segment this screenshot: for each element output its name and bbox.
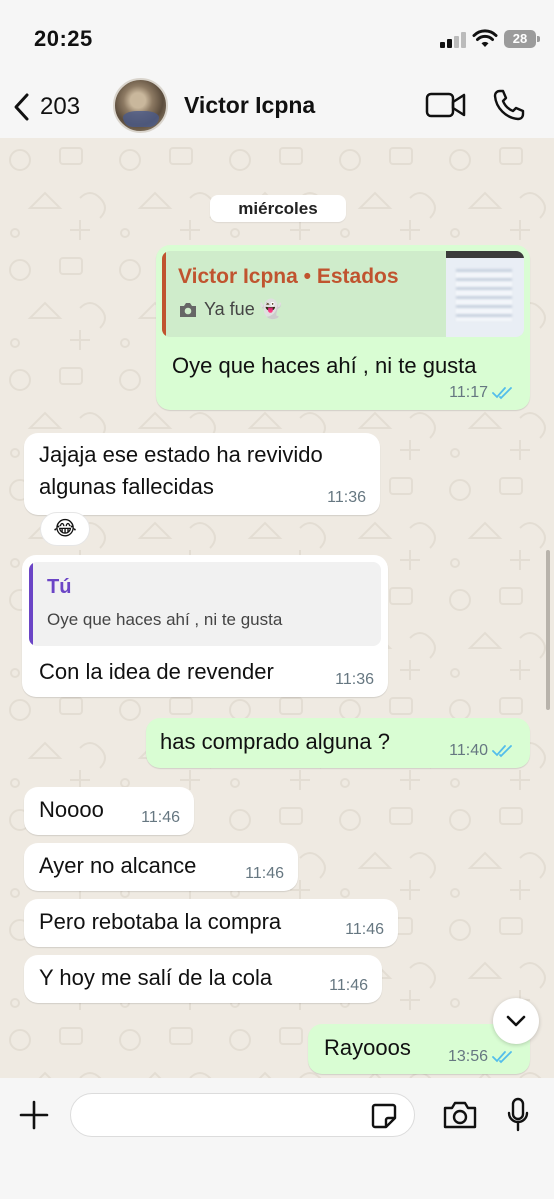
chevron-left-icon <box>14 93 29 121</box>
back-button[interactable]: 203 <box>12 92 80 122</box>
read-ticks-icon <box>492 745 512 758</box>
message-meta: 13:56 <box>448 1048 516 1066</box>
message-time: 11:40 <box>449 742 488 759</box>
phone-icon[interactable] <box>492 88 526 122</box>
battery-tip <box>537 36 540 42</box>
message-incoming[interactable]: Ayer no alcance 11:46 <box>24 843 298 891</box>
message-incoming[interactable]: Y hoy me salí de la cola 11:46 <box>24 955 382 1003</box>
message-time: 11:36 <box>335 671 374 688</box>
quote-title: Victor Icpna • Estados <box>178 265 399 288</box>
read-ticks-icon <box>492 1051 512 1064</box>
quote-title: Tú <box>47 576 72 598</box>
quote-accent-bar <box>29 562 33 646</box>
microphone-icon[interactable] <box>506 1097 530 1133</box>
message-outgoing[interactable]: has comprado alguna ? 11:40 <box>146 718 530 768</box>
quote-subtitle-row: Ya fue 👻 <box>178 299 282 320</box>
quote-subtitle: Ya fue 👻 <box>204 299 283 319</box>
plus-icon[interactable] <box>19 1100 49 1130</box>
read-ticks-icon <box>492 387 512 400</box>
message-time: 11:46 <box>329 977 368 994</box>
message-meta: 11:46 <box>329 977 368 995</box>
message-incoming[interactable]: Tú Oye que haces ahí , ni te gusta Con l… <box>22 555 388 697</box>
wifi-icon <box>472 29 498 47</box>
scroll-to-bottom-button[interactable] <box>493 998 539 1044</box>
status-quote[interactable]: Victor Icpna • Estados Ya fue 👻 <box>162 251 524 337</box>
message-time: 11:36 <box>327 489 366 506</box>
message-time: 11:46 <box>345 921 384 938</box>
chat-header: 203 Victor Icpna <box>0 78 554 138</box>
unread-chats-count: 203 <box>40 93 81 120</box>
camera-icon[interactable] <box>442 1100 478 1130</box>
message-input[interactable] <box>70 1093 415 1137</box>
message-incoming[interactable]: Jajaja ese estado ha revivido algunas fa… <box>24 433 380 515</box>
chevron-down-icon <box>506 1015 526 1027</box>
scrollbar-thumb[interactable] <box>546 550 550 710</box>
message-text: Con la idea de revender <box>39 659 274 684</box>
message-time: 11:46 <box>245 865 284 882</box>
message-meta: 11:40 <box>449 742 516 760</box>
message-meta: 11:36 <box>327 489 366 507</box>
message-meta: 11:46 <box>141 809 180 827</box>
video-camera-icon[interactable] <box>425 90 467 120</box>
emoji-reaction[interactable]: 😂 <box>40 512 90 546</box>
message-text: Y hoy me salí de la cola <box>39 965 273 990</box>
quote-text: Oye que haces ahí , ni te gusta <box>47 610 283 629</box>
reply-quote[interactable]: Tú Oye que haces ahí , ni te gusta <box>29 562 381 646</box>
message-text: Ayer no alcance <box>39 853 197 878</box>
message-meta: 11:46 <box>245 865 284 883</box>
message-text: Oye que haces ahí , ni te gusta <box>172 353 477 378</box>
message-text: has comprado alguna ? <box>160 729 390 754</box>
composer-bar <box>0 1078 554 1199</box>
message-text-line-1: Jajaja ese estado ha revivido <box>39 442 323 467</box>
sticker-icon[interactable] <box>370 1102 398 1130</box>
message-text-line-2: algunas fallecidas <box>39 474 214 499</box>
chat-area[interactable]: miércoles Victor Icpna • Estados Ya fue … <box>0 138 554 1078</box>
message-incoming[interactable]: Noooo 11:46 <box>24 787 194 835</box>
camera-icon <box>180 302 196 317</box>
message-text: Rayooos <box>324 1035 411 1060</box>
message-incoming[interactable]: Pero rebotaba la compra 11:46 <box>24 899 398 947</box>
message-time: 11:46 <box>141 809 180 826</box>
contact-avatar[interactable] <box>113 78 168 133</box>
quote-accent-bar <box>162 251 166 337</box>
message-time: 11:17 <box>449 384 488 401</box>
message-text: Noooo <box>39 797 104 822</box>
date-separator: miércoles <box>210 195 346 222</box>
status-bar: 20:25 28 <box>0 0 554 78</box>
status-thumbnail <box>446 251 524 337</box>
contact-name[interactable]: Victor Icpna <box>184 92 315 119</box>
message-meta: 11:46 <box>345 921 384 939</box>
message-meta: 11:36 <box>335 671 374 689</box>
status-time: 20:25 <box>34 26 93 51</box>
cellular-signal-icon <box>440 32 466 48</box>
message-outgoing[interactable]: Victor Icpna • Estados Ya fue 👻 Oye que … <box>156 245 530 410</box>
message-text: Pero rebotaba la compra <box>39 909 282 934</box>
message-meta: 11:17 <box>449 384 516 402</box>
message-time: 13:56 <box>447 1048 488 1065</box>
battery-indicator: 28 <box>504 30 536 48</box>
